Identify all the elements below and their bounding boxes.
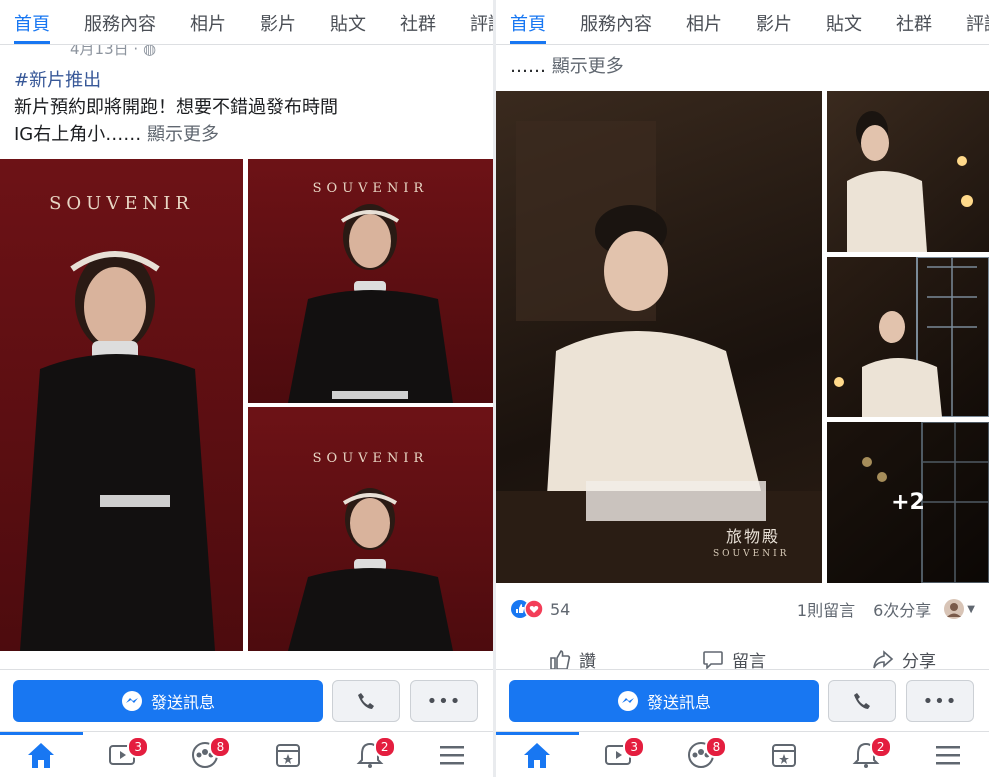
more-options-button[interactable]: ••• [906, 680, 974, 722]
more-photos-overlay[interactable]: +2 [827, 422, 989, 583]
menu-icon [935, 746, 960, 765]
hashtag-link[interactable]: #新片推出 [14, 67, 481, 94]
call-button[interactable] [828, 680, 896, 722]
groups-badge: 8 [209, 736, 232, 758]
tab-reviews[interactable]: 評論 [966, 0, 989, 44]
post-line-1: 新片預約即將開跑！想要不錯過發布時間 [14, 97, 338, 118]
pages-icon [275, 744, 300, 767]
left-screen: 首頁 服務內容 相片 影片 貼文 社群 評論 4月13日 · ◍ #新片推出 新… [0, 0, 493, 777]
nav-menu[interactable] [422, 732, 482, 777]
hanfu-figure [496, 121, 822, 583]
like-love-reactions-icon [511, 599, 544, 619]
reaction-count: 54 [550, 599, 571, 619]
watch-badge: 3 [127, 736, 150, 758]
brand-en-text: SOUVENIR [713, 549, 790, 559]
nav-menu[interactable] [918, 732, 978, 777]
nav-groups[interactable]: 8 [671, 732, 731, 777]
photo-thumb-3[interactable]: +2 [827, 422, 989, 583]
send-message-button[interactable]: 發送訊息 [509, 680, 819, 722]
photo-thumb-1[interactable] [827, 91, 989, 252]
tab-home[interactable]: 首頁 [14, 0, 50, 44]
nav-watch[interactable]: 3 [93, 732, 153, 777]
portrait-figure [288, 488, 453, 651]
nav-watch[interactable]: 3 [589, 732, 649, 777]
send-message-button[interactable]: 發送訊息 [13, 680, 323, 722]
reaction-viewer[interactable]: ▼ [943, 598, 975, 620]
post-text: #新片推出 新片預約即將開跑！想要不錯過發布時間 IG右上角小…… 顯示更多 [14, 67, 481, 148]
send-message-label: 發送訊息 [646, 693, 711, 712]
nav-home[interactable] [496, 732, 580, 777]
nav-home[interactable] [0, 732, 84, 777]
phone-icon [358, 693, 374, 709]
page-tabs: 首頁 服務內容 相片 影片 貼文 社群 評論 [0, 0, 493, 45]
nav-marketplace[interactable] [258, 732, 318, 777]
phone-icon [854, 693, 870, 709]
nav-groups[interactable]: 8 [175, 732, 235, 777]
photo-thumb-2[interactable] [827, 257, 989, 417]
page-action-bar: 發送訊息 ••• [496, 669, 989, 732]
comment-count[interactable]: 1則留言 [797, 597, 855, 621]
messenger-icon [121, 691, 142, 711]
tab-videos[interactable]: 影片 [756, 0, 792, 44]
more-options-button[interactable]: ••• [410, 680, 478, 722]
groups-badge: 8 [705, 736, 728, 758]
photo-bottom-right[interactable]: SOUVENIR [248, 407, 493, 651]
share-icon [873, 649, 894, 668]
tab-reviews[interactable]: 評論 [470, 0, 493, 44]
photo-grid: 旅物殿 SOUVENIR +2 [496, 91, 989, 583]
photo-main[interactable]: SOUVENIR [0, 159, 243, 651]
home-icon [28, 743, 55, 768]
watch-badge: 3 [623, 736, 646, 758]
page-action-bar: 發送訊息 ••• [0, 669, 493, 732]
bottom-nav: 3 8 2 [496, 731, 989, 777]
post-stats: 54 1則留言 6次分享 ▼ [496, 594, 989, 624]
tab-services[interactable]: 服務內容 [580, 0, 652, 44]
home-icon [524, 743, 551, 768]
pages-icon [771, 744, 796, 767]
avatar [944, 599, 965, 619]
photo-top-right[interactable]: SOUVENIR [248, 159, 493, 403]
notifications-badge: 2 [869, 736, 892, 758]
nav-notifications[interactable]: 2 [340, 732, 400, 777]
tab-home[interactable]: 首頁 [510, 0, 546, 44]
post-line-2: IG右上角小…… [14, 124, 142, 145]
post-text: …… 顯示更多 [510, 53, 977, 80]
truncated-text: …… [510, 56, 546, 77]
tab-posts[interactable]: 貼文 [330, 0, 366, 44]
right-screen: 首頁 服務內容 相片 影片 貼文 社群 評論 …… 顯示更多 旅物殿 SOUVE… [496, 0, 989, 777]
more-dots-icon: ••• [922, 690, 958, 712]
bottom-nav: 3 8 2 [0, 731, 493, 777]
tab-photos[interactable]: 相片 [190, 0, 226, 44]
see-more-link[interactable]: 顯示更多 [147, 124, 219, 145]
window-figure [834, 257, 989, 417]
nav-marketplace[interactable] [754, 732, 814, 777]
tab-community[interactable]: 社群 [896, 0, 932, 44]
nav-notifications[interactable]: 2 [836, 732, 896, 777]
page-tabs: 首頁 服務內容 相片 影片 貼文 社群 評論 [496, 0, 989, 45]
portrait-figure [288, 204, 453, 403]
comment-icon [703, 650, 723, 670]
tab-services[interactable]: 服務內容 [84, 0, 156, 44]
share-count[interactable]: 6次分享 [873, 597, 931, 621]
tab-photos[interactable]: 相片 [686, 0, 722, 44]
reactions[interactable]: 54 [510, 599, 570, 619]
menu-icon [439, 746, 464, 765]
brand-cn-text: 旅物殿 [726, 527, 781, 546]
send-message-label: 發送訊息 [150, 693, 215, 712]
thumbs-up-icon [550, 649, 571, 670]
notifications-badge: 2 [373, 736, 396, 758]
tab-videos[interactable]: 影片 [260, 0, 296, 44]
photo-main[interactable]: 旅物殿 SOUVENIR [496, 91, 822, 583]
photo-grid: SOUVENIR SOUVENIR SOUVENIR [0, 159, 493, 651]
tab-posts[interactable]: 貼文 [826, 0, 862, 44]
hanfu-figure [847, 111, 973, 252]
call-button[interactable] [332, 680, 400, 722]
portrait-figure [20, 251, 215, 651]
see-more-link[interactable]: 顯示更多 [552, 56, 624, 77]
more-dots-icon: ••• [426, 690, 462, 712]
chevron-down-icon: ▼ [967, 603, 975, 615]
messenger-icon [617, 691, 638, 711]
tab-community[interactable]: 社群 [400, 0, 436, 44]
